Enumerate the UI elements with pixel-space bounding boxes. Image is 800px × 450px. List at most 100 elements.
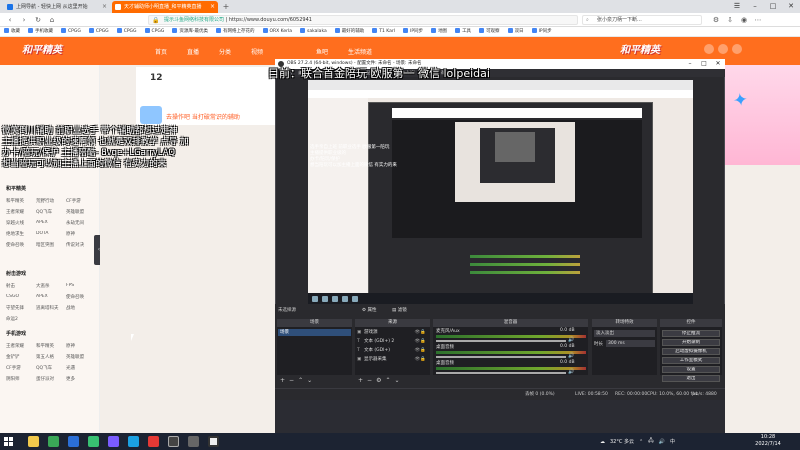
- bookmark-item[interactable]: IP同步: [399, 27, 427, 37]
- down-icon[interactable]: ⌄: [394, 376, 399, 386]
- sidebar-item[interactable]: 王者荣耀: [6, 209, 36, 215]
- volume-slider[interactable]: [436, 340, 566, 342]
- sidebar-item[interactable]: 守望先锋: [6, 305, 36, 311]
- sidebar-item[interactable]: 原神: [66, 231, 96, 237]
- bookmark-item[interactable]: CPGG: [57, 27, 85, 37]
- stop-streaming-button[interactable]: 停止推流: [662, 330, 720, 337]
- sidebar-item[interactable]: 命运2: [6, 316, 36, 322]
- app-icon[interactable]: [128, 436, 139, 447]
- bookmark-item[interactable]: 工具: [451, 27, 475, 37]
- avatar[interactable]: [732, 44, 742, 54]
- sidebar-item[interactable]: 阴阳师: [6, 376, 36, 382]
- bookmark-item[interactable]: IP同步: [528, 27, 556, 37]
- new-tab-button[interactable]: +: [220, 1, 232, 13]
- remove-icon[interactable]: −: [289, 376, 294, 386]
- bookmark-item[interactable]: T1 Karl: [368, 27, 399, 37]
- address-bar[interactable]: 🔒 提示斗鱼网络科技有限公司 | https://www.douyu.com/6…: [148, 15, 578, 25]
- sidebar-item[interactable]: APEX: [36, 220, 66, 226]
- sidebar-item[interactable]: 光遇: [66, 365, 96, 371]
- sidebar-item[interactable]: CF手游: [66, 198, 96, 204]
- user-icon[interactable]: ◉: [738, 14, 750, 26]
- source-item[interactable]: ▣ 游戏源 👁🔒: [356, 329, 428, 337]
- sidebar-item[interactable]: 永劫无间: [66, 220, 96, 226]
- studio-mode-button[interactable]: 工作室模式: [662, 357, 720, 364]
- clock[interactable]: 10:28 2022/7/14: [748, 434, 788, 448]
- source-item[interactable]: ▣ 显示器采集 👁🔒: [356, 356, 428, 364]
- bookmark-item[interactable]: 有网络上存花的: [212, 27, 259, 37]
- bookmark-item[interactable]: 收藏: [0, 27, 24, 37]
- sidebar-item[interactable]: 更多: [66, 376, 96, 382]
- volume-icon[interactable]: 🔊: [659, 439, 665, 445]
- sidebar-item[interactable]: QQ飞车: [36, 209, 66, 215]
- sidebar-item[interactable]: 使命召唤: [6, 242, 36, 248]
- game-banner[interactable]: [725, 65, 800, 165]
- add-icon[interactable]: +: [280, 376, 285, 386]
- sidebar-item[interactable]: 英雄联盟: [66, 209, 96, 215]
- bookmark-item[interactable]: CPGG: [141, 27, 169, 37]
- more-icon[interactable]: ⋯: [752, 14, 764, 26]
- nav-live[interactable]: 直播: [187, 47, 199, 56]
- transition-select[interactable]: 淡入淡出: [594, 330, 655, 337]
- bookmark-item[interactable]: 可观察: [475, 27, 504, 37]
- duration-input[interactable]: 300 ms: [606, 340, 655, 347]
- sidebar-item[interactable]: CSGO: [6, 294, 36, 300]
- app-icon[interactable]: [48, 436, 59, 447]
- bookmark-item[interactable]: sakalaka: [296, 27, 331, 37]
- sidebar-item[interactable]: 穿越火线: [6, 220, 36, 226]
- scene-item[interactable]: 场景: [278, 329, 351, 336]
- sidebar-item[interactable]: 暗区突围: [36, 242, 66, 248]
- sidebar-item[interactable]: 和平精英: [36, 343, 66, 349]
- minimize-button[interactable]: –: [746, 0, 764, 13]
- bookmark-item[interactable]: 双日: [504, 27, 528, 37]
- exit-button[interactable]: 退出: [662, 375, 720, 382]
- menu-icon[interactable]: ☰: [728, 0, 746, 13]
- tray-arrow-icon[interactable]: ⌃: [639, 439, 643, 445]
- speaker-icon[interactable]: 🔊: [568, 353, 574, 359]
- forward-icon[interactable]: ›: [18, 14, 30, 26]
- site-logo[interactable]: 和平精英: [22, 40, 86, 62]
- up-icon[interactable]: ⌃: [298, 376, 303, 386]
- network-icon[interactable]: 🖧: [648, 438, 654, 446]
- browser-icon[interactable]: [88, 436, 99, 447]
- app-icon[interactable]: [188, 436, 199, 447]
- close-button[interactable]: ✕: [711, 59, 725, 69]
- bookmark-item[interactable]: CPGG: [85, 27, 113, 37]
- maximize-button[interactable]: □: [697, 59, 711, 69]
- bookmark-item[interactable]: 最好的辅助: [331, 27, 369, 37]
- settings-button[interactable]: 设置: [662, 366, 720, 373]
- close-button[interactable]: ✕: [782, 0, 800, 13]
- sidebar-item[interactable]: 第五人格: [36, 354, 66, 360]
- nav-home[interactable]: 首页: [155, 47, 167, 56]
- tab-douyu-stream[interactable]: 天才辅助师小明直播_和平精英直播 ×: [112, 1, 218, 13]
- bookmark-item[interactable]: 手机收藏: [24, 27, 57, 37]
- tab-navigation[interactable]: 上网导航 - 轻快上网 从这里开始 ×: [4, 1, 110, 13]
- sidebar-item[interactable]: 王者荣耀: [6, 343, 36, 349]
- sidebar-item[interactable]: 战地: [66, 305, 96, 311]
- nav-category[interactable]: 分类: [219, 47, 231, 56]
- nav-video[interactable]: 视频: [251, 47, 263, 56]
- history-icon[interactable]: [704, 44, 714, 54]
- refresh-icon[interactable]: ↻: [32, 14, 44, 26]
- sidebar-item[interactable]: 原神: [66, 343, 96, 349]
- sidebar-item[interactable]: QQ飞车: [36, 365, 66, 371]
- eye-lock-icon[interactable]: 👁🔒: [415, 329, 426, 337]
- speaker-icon[interactable]: 🔊: [568, 337, 574, 343]
- remove-icon[interactable]: −: [367, 376, 372, 386]
- filters-button[interactable]: ▤ 滤镜: [392, 307, 407, 313]
- bookmark-item[interactable]: ORX Kerla: [259, 27, 297, 37]
- source-item[interactable]: T 文本 (GDI+) 👁🔒: [356, 347, 428, 355]
- sidebar-item[interactable]: 和平精英: [6, 198, 36, 204]
- nav-yuba[interactable]: 鱼吧: [316, 47, 328, 56]
- eye-lock-icon[interactable]: 👁🔒: [415, 356, 426, 364]
- home-icon[interactable]: ⌂: [46, 14, 58, 26]
- volume-slider[interactable]: [436, 356, 566, 358]
- sidebar-item[interactable]: 金铲铲: [6, 354, 36, 360]
- sidebar-item[interactable]: 英雄联盟: [66, 354, 96, 360]
- obs-taskbar-icon[interactable]: [168, 436, 179, 447]
- app-icon[interactable]: [148, 436, 159, 447]
- start-recording-button[interactable]: 开始录制: [662, 339, 720, 346]
- sidebar-item[interactable]: DOTA: [36, 231, 66, 237]
- ime-indicator[interactable]: 中: [670, 438, 675, 445]
- volume-slider[interactable]: [436, 372, 566, 374]
- speaker-icon[interactable]: 🔊: [568, 369, 574, 375]
